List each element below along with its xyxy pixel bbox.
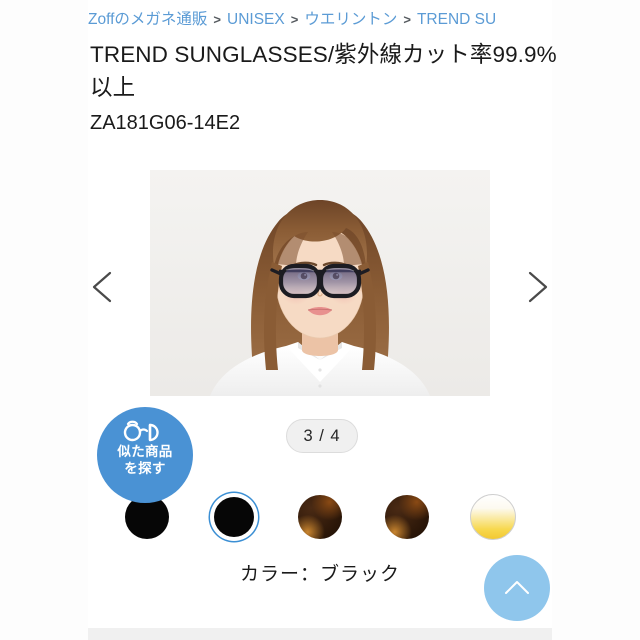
model-photo — [150, 170, 490, 396]
chevron-up-icon — [505, 581, 529, 594]
product-code: ZA181G06-14E2 — [90, 112, 241, 134]
product-page: Zoffのメガネ通販 > UNISEX > ウエリントン > TREND SU TREND … — [0, 0, 640, 640]
breadcrumb: Zoffのメガネ通販 > UNISEX > ウエリントン > TREND SU — [88, 8, 640, 32]
swatch-dot — [470, 494, 516, 540]
swatch-dot — [384, 495, 429, 539]
carousel-image[interactable] — [150, 170, 490, 396]
swatch-dot-selected — [213, 497, 254, 537]
swatch-dot — [298, 495, 342, 539]
badge-line-2: を探す — [124, 461, 166, 476]
carousel-next-button[interactable] — [520, 267, 554, 307]
color-swatch-2[interactable] — [293, 490, 347, 544]
chevron-left-icon — [92, 271, 112, 303]
color-swatch-1[interactable] — [207, 490, 261, 544]
badge-line-1: 似た商品 — [117, 444, 173, 459]
page-title: TREND SUNGLASSES/紫外線カット率99.9%以上 — [90, 42, 557, 100]
carousel-page-indicator: 3 / 4 — [286, 419, 358, 453]
breadcrumb-separator: > — [403, 12, 411, 27]
scroll-to-top-button[interactable] — [484, 555, 550, 621]
breadcrumb-item-2[interactable]: ウエリントン — [304, 11, 397, 28]
glasses-icon — [123, 420, 159, 442]
carousel-prev-button[interactable] — [86, 267, 120, 307]
color-swatch-4[interactable] — [466, 490, 520, 544]
selected-color-label: カラー：ブラック — [239, 564, 400, 585]
breadcrumb-item-0[interactable]: Zoffのメガネ通販 — [88, 11, 207, 28]
breadcrumb-item-1[interactable]: UNISEX — [227, 11, 285, 28]
breadcrumb-separator: > — [290, 12, 299, 27]
bottom-section-divider — [88, 628, 552, 640]
color-swatch-row — [120, 486, 520, 548]
breadcrumb-separator: > — [213, 12, 222, 27]
image-carousel — [88, 162, 552, 410]
breadcrumb-item-3[interactable]: TREND SU — [417, 11, 496, 28]
chevron-right-icon — [528, 271, 548, 303]
find-similar-products-badge[interactable]: 似た商品 を探す — [97, 407, 193, 503]
title-block: TREND SUNGLASSES/紫外線カット率99.9%以上 ZA181G06… — [90, 38, 560, 138]
color-swatch-3[interactable] — [380, 490, 434, 544]
